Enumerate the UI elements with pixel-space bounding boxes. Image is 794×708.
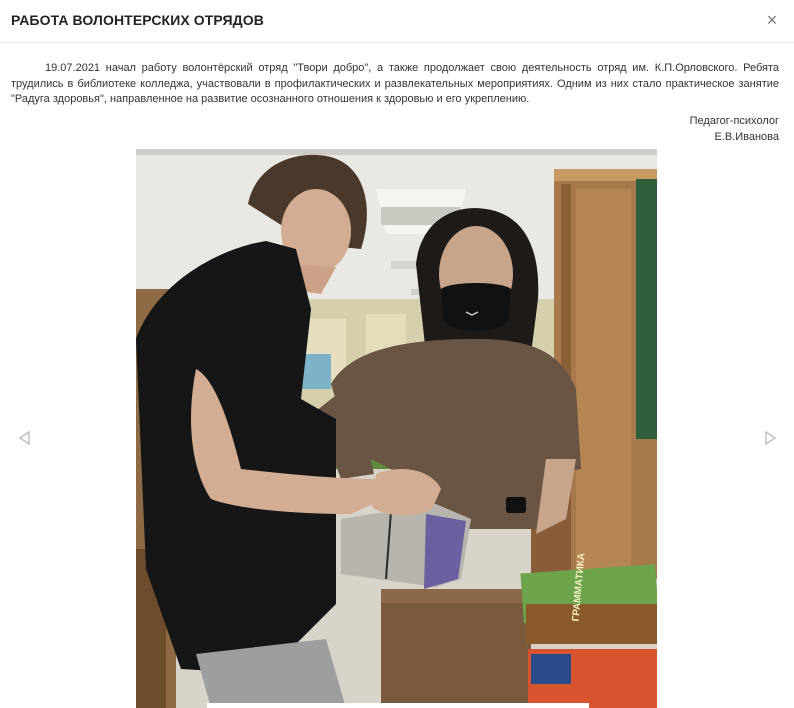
photo-caption-bar bbox=[207, 703, 589, 708]
chevron-right-icon[interactable] bbox=[762, 430, 778, 446]
modal-header: РАБОТА ВОЛОНТЕРСКИХ ОТРЯДОВ × bbox=[0, 0, 794, 43]
modal-title: РАБОТА ВОЛОНТЕРСКИХ ОТРЯДОВ bbox=[11, 12, 264, 28]
article-signature: Педагог-психолог Е.В.Иванова bbox=[690, 114, 779, 145]
author-name: Е.В.Иванова bbox=[714, 130, 779, 143]
photo-volunteers-library: ГРАММАТИКА bbox=[136, 149, 657, 708]
gallery-photo: ГРАММАТИКА bbox=[136, 149, 657, 708]
article-paragraph: 19.07.2021 начал работу волонтёрский отр… bbox=[11, 62, 779, 105]
chevron-left-icon[interactable] bbox=[17, 430, 33, 446]
close-icon[interactable]: × bbox=[763, 11, 781, 29]
author-role: Педагог-психолог bbox=[689, 115, 779, 127]
